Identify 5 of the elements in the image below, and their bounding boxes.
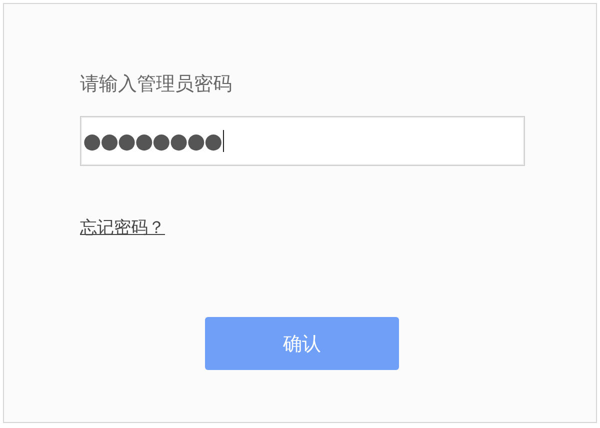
password-field[interactable]: ●●●●●●●●	[80, 116, 525, 166]
forgot-password-link[interactable]: 忘记密码？	[80, 216, 165, 239]
text-cursor	[222, 130, 224, 152]
password-dots: ●●●●●●●●	[83, 129, 222, 153]
password-label: 请输入管理员密码	[80, 72, 233, 97]
